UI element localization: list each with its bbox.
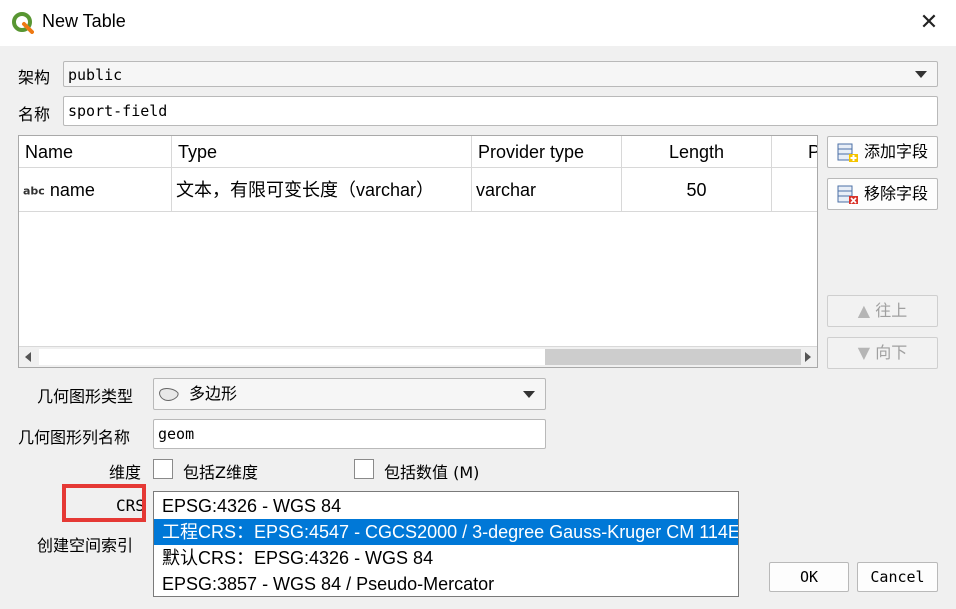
annotation-highlight-box — [62, 484, 146, 522]
crs-option[interactable]: EPSG:3857 - WGS 84 / Pseudo-Mercator — [154, 571, 738, 596]
scroll-left-icon[interactable] — [25, 352, 31, 362]
include-z-label: 包括Z维度 — [183, 463, 258, 482]
scrollbar-thumb[interactable] — [545, 349, 801, 365]
geometry-column-input[interactable]: geom — [153, 419, 546, 449]
schema-select[interactable]: public — [63, 61, 938, 87]
include-m-label: 包括数值 (M) — [384, 463, 480, 482]
window-title: New Table — [42, 11, 126, 31]
geometry-type-select[interactable]: 多边形 — [153, 378, 546, 410]
crs-option[interactable]: 默认CRS：EPSG:4326 - WGS 84 — [154, 545, 738, 571]
field-name: name — [49, 180, 95, 200]
remove-field-button[interactable]: 移除字段 — [827, 178, 938, 210]
cell-length[interactable]: 50 — [622, 168, 772, 212]
polygon-icon — [159, 387, 179, 401]
horizontal-scrollbar[interactable] — [19, 346, 817, 367]
schema-label: 架构 — [18, 68, 51, 87]
crs-option[interactable]: EPSG:4326 - WGS 84 — [154, 493, 738, 519]
cell-precision[interactable] — [772, 168, 817, 212]
geometry-type-label: 几何图形类型 — [37, 387, 134, 406]
column-header-provider-type[interactable]: Provider type — [472, 136, 622, 168]
cell-type[interactable]: 文本，有限可变长度（varchar） — [172, 168, 472, 212]
chevron-down-icon — [915, 71, 927, 78]
text-type-icon: abc — [23, 184, 45, 198]
column-header-p[interactable]: P — [772, 136, 817, 168]
remove-field-icon — [837, 185, 858, 204]
dimensions-label: 维度 — [109, 463, 142, 482]
table-name-input[interactable]: sport-field — [63, 96, 938, 126]
move-down-label: 向下 — [875, 343, 908, 362]
add-field-icon — [837, 143, 858, 162]
move-up-label: 往上 — [875, 301, 908, 320]
arrow-down-icon: ▼ — [857, 343, 871, 362]
move-up-button[interactable]: ▲ 往上 — [827, 295, 938, 327]
arrow-up-icon: ▲ — [857, 301, 871, 320]
move-down-button[interactable]: ▼ 向下 — [827, 337, 938, 369]
cancel-button[interactable]: Cancel — [857, 562, 938, 592]
chevron-down-icon — [523, 391, 535, 398]
add-field-label: 添加字段 — [864, 142, 929, 161]
qgis-logo-icon — [12, 12, 34, 34]
crs-option-selected[interactable]: 工程CRS：EPSG:4547 - CGCS2000 / 3-degree Ga… — [154, 519, 738, 545]
scrollbar-track — [39, 349, 545, 365]
include-m-checkbox[interactable] — [354, 459, 374, 479]
remove-field-label: 移除字段 — [864, 184, 929, 203]
spatial-index-label: 创建空间索引 — [37, 536, 134, 555]
add-field-button[interactable]: 添加字段 — [827, 136, 938, 168]
title-bar — [0, 0, 956, 46]
ok-button[interactable]: OK — [769, 562, 849, 592]
column-header-length[interactable]: Length — [622, 136, 772, 168]
geometry-column-label: 几何图形列名称 — [18, 428, 131, 447]
crs-dropdown-list[interactable]: EPSG:4326 - WGS 84 工程CRS：EPSG:4547 - CGC… — [153, 491, 739, 597]
fields-table: Name Type Provider type Length P abc nam… — [18, 135, 818, 368]
schema-value: public — [68, 66, 123, 84]
name-label: 名称 — [18, 105, 51, 124]
cell-name[interactable]: abc name — [19, 168, 172, 212]
column-header-type[interactable]: Type — [172, 136, 472, 168]
scroll-right-icon[interactable] — [805, 352, 811, 362]
column-header-name[interactable]: Name — [19, 136, 172, 168]
geometry-type-value: 多边形 — [189, 384, 238, 403]
include-z-checkbox[interactable] — [153, 459, 173, 479]
close-icon[interactable]: ✕ — [916, 10, 942, 36]
cell-provider-type[interactable]: varchar — [472, 168, 622, 212]
